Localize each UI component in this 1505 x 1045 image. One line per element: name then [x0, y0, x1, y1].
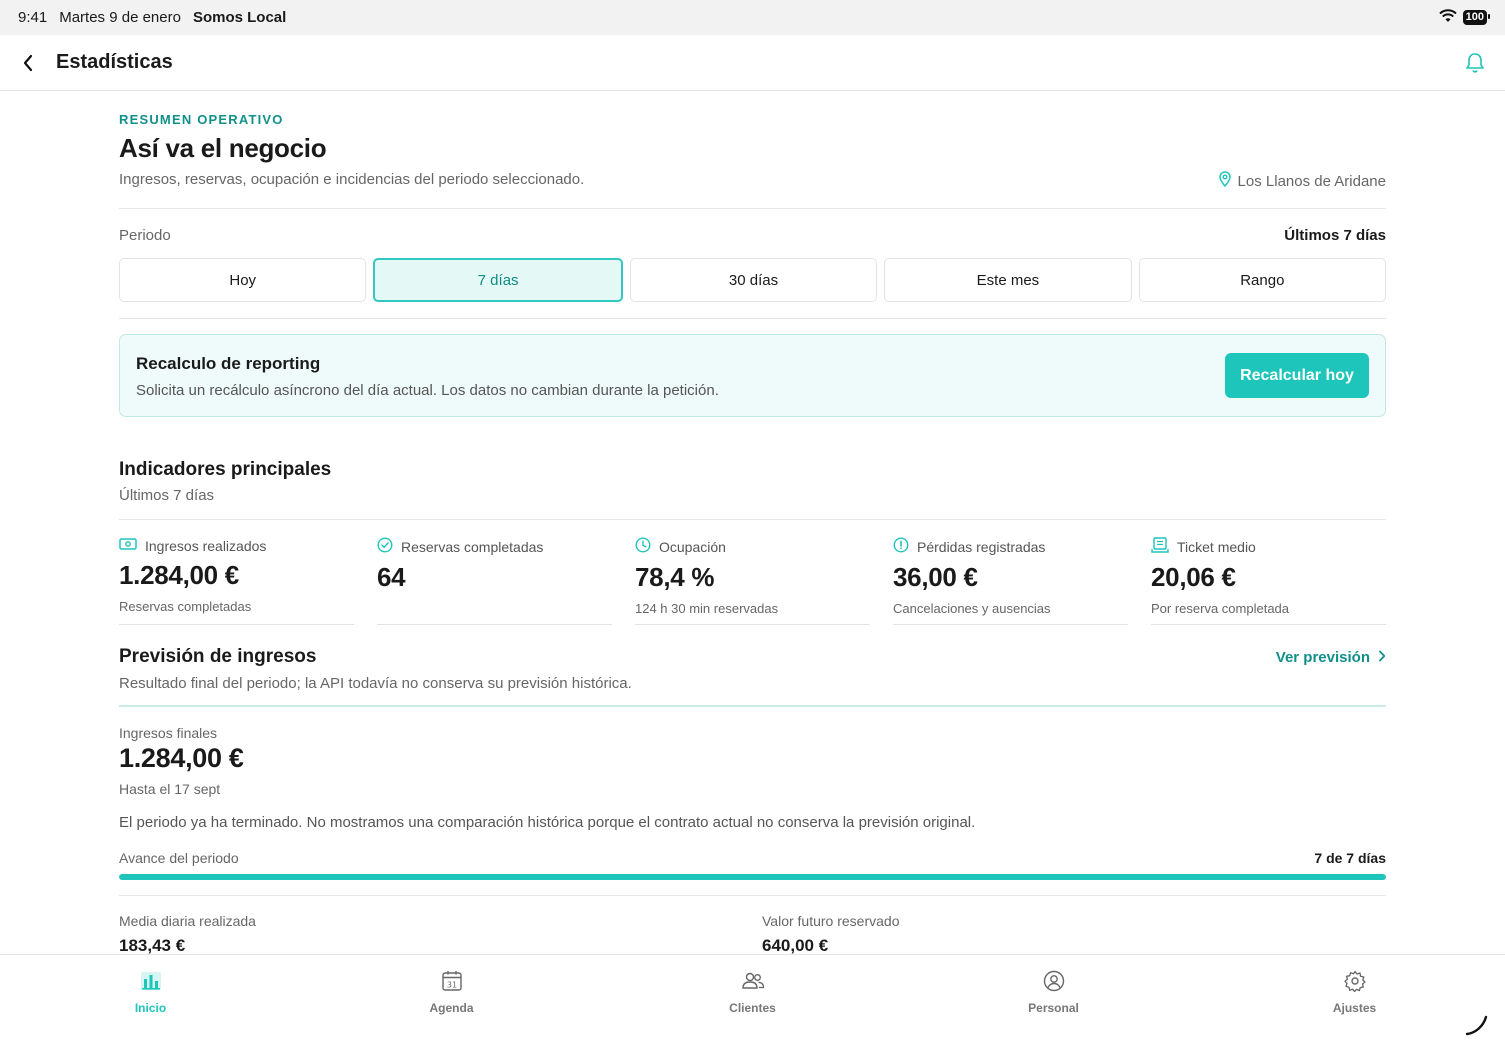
progress-count: 7 de 7 días: [1314, 850, 1386, 866]
divider: [119, 208, 1386, 209]
divider: [119, 318, 1386, 319]
kpi-note: Cancelaciones y ausencias: [893, 601, 1051, 616]
tab-bar: Inicio 31 Agenda Clientes Personal Ajust…: [0, 954, 1505, 1045]
tab-label: Inicio: [134, 1001, 167, 1015]
tab-agenda[interactable]: 31 Agenda: [301, 955, 602, 1045]
kpi-card: Reservas completadas 64: [377, 526, 612, 625]
clock-icon: [635, 537, 651, 556]
forecast-description: El periodo ya ha terminado. No mostramos…: [119, 814, 976, 831]
divider: [119, 519, 1386, 520]
kpi-value: 36,00 €: [893, 562, 978, 592]
nav-bar: Estadísticas: [0, 35, 1505, 91]
forecast-title: Previsión de ingresos: [119, 646, 317, 667]
page-title: Estadísticas: [56, 51, 173, 73]
kpi-label: Pérdidas registradas: [917, 538, 1046, 555]
final-income-value: 1.284,00 €: [119, 743, 244, 773]
tab-ajustes[interactable]: Ajustes: [1204, 955, 1505, 1045]
battery-icon: 100: [1462, 10, 1491, 25]
kpi-value: 1.284,00 €: [119, 560, 239, 590]
period-tab-este-mes[interactable]: Este mes: [884, 258, 1132, 302]
headline-subtitle: Ingresos, reservas, ocupación e incidenc…: [119, 171, 585, 188]
location-label: Los Llanos de Aridane: [1237, 172, 1386, 190]
tab-label: Agenda: [429, 1001, 474, 1015]
view-forecast-link[interactable]: Ver previsión: [1276, 649, 1386, 666]
kpi-note: Reservas completadas: [119, 599, 252, 614]
headline: Así va el negocio: [119, 133, 327, 163]
kpi-card: Ticket medio 20,06 € Por reserva complet…: [1151, 526, 1386, 625]
progress-label: Avance del periodo: [119, 850, 239, 866]
divider: [119, 705, 1386, 707]
period-tab-30-dias[interactable]: 30 días: [629, 258, 878, 302]
progress-bar: [119, 874, 1386, 880]
kpi-label: Reservas completadas: [401, 538, 544, 555]
pencil-indicator-icon: [1465, 1015, 1488, 1036]
tab-label: Clientes: [729, 1001, 776, 1015]
recalc-title: Recalculo de reporting: [136, 354, 321, 373]
section-eyebrow: RESUMEN OPERATIVO: [119, 112, 284, 127]
future-value-value: 640,00 €: [762, 936, 829, 955]
kpi-value: 20,06 €: [1151, 562, 1236, 592]
bell-icon[interactable]: [1463, 51, 1487, 75]
map-pin-icon: [1218, 171, 1232, 191]
money-icon: [119, 537, 137, 554]
kpi-section-title: Indicadores principales: [119, 459, 332, 480]
forecast-subtitle: Resultado final del periodo; la API toda…: [119, 675, 632, 692]
period-tab-hoy[interactable]: Hoy: [119, 258, 367, 302]
receipt-icon: [1151, 537, 1169, 556]
daily-average-label: Media diaria realizada: [119, 913, 256, 929]
check-circle-icon: [377, 537, 393, 556]
recalc-card: Recalculo de reporting Solicita un recál…: [119, 334, 1386, 417]
period-label: Periodo: [119, 227, 171, 244]
chevron-left-icon[interactable]: [18, 53, 38, 73]
tab-label: Personal: [1028, 1001, 1079, 1015]
svg-text:31: 31: [446, 981, 456, 990]
tab-inicio[interactable]: Inicio: [0, 955, 301, 1045]
period-tab-7-dias[interactable]: 7 días: [373, 258, 623, 302]
period-current: Últimos 7 días: [1284, 227, 1386, 244]
users-icon: [740, 970, 766, 997]
final-income-label: Ingresos finales: [119, 725, 218, 741]
status-bar: 9:41 Martes 9 de enero Somos Local 100: [0, 0, 1505, 35]
view-forecast-label: Ver previsión: [1275, 649, 1370, 666]
user-circle-icon: [1042, 970, 1066, 997]
divider: [119, 895, 1386, 896]
kpi-grid: Ingresos realizados 1.284,00 € Reservas …: [119, 526, 1386, 625]
chevron-right-icon: [1378, 649, 1386, 666]
gear-icon: [1343, 970, 1367, 997]
location: Los Llanos de Aridane: [1218, 171, 1386, 191]
kpi-card: Ocupación 78,4 % 124 h 30 min reservadas: [635, 526, 870, 625]
tab-personal[interactable]: Personal: [903, 955, 1204, 1045]
period-tab-rango[interactable]: Rango: [1138, 258, 1387, 302]
recalc-description: Solicita un recálculo asíncrono del día …: [136, 382, 719, 399]
alert-circle-icon: [893, 537, 909, 556]
kpi-label: Ocupación: [659, 538, 726, 555]
status-time: 9:41: [18, 9, 48, 26]
kpi-card: Ingresos realizados 1.284,00 € Reservas …: [119, 526, 354, 625]
final-income-note: Hasta el 17 sept: [119, 781, 221, 797]
kpi-note: 124 h 30 min reservadas: [635, 601, 779, 616]
bar-chart-icon: [139, 970, 163, 997]
future-value-label: Valor futuro reservado: [762, 913, 900, 929]
kpi-note: Por reserva completada: [1151, 601, 1290, 616]
calendar-icon: 31: [440, 970, 464, 997]
status-app-name: Somos Local: [192, 9, 287, 26]
kpi-card: Pérdidas registradas 36,00 € Cancelacion…: [893, 526, 1128, 625]
kpi-section-subtitle: Últimos 7 días: [119, 487, 215, 504]
kpi-value: 64: [377, 562, 406, 592]
progress-bar-fill: [119, 874, 1386, 880]
recalc-button[interactable]: Recalcular hoy: [1225, 353, 1369, 398]
period-selector: Hoy 7 días 30 días Este mes Rango: [119, 258, 1387, 302]
status-date: Martes 9 de enero: [59, 9, 181, 26]
tab-label: Ajustes: [1332, 1001, 1377, 1015]
kpi-label: Ticket medio: [1177, 538, 1256, 555]
daily-average-value: 183,43 €: [119, 936, 186, 955]
wifi-icon: [1438, 8, 1457, 27]
kpi-label: Ingresos realizados: [145, 537, 267, 554]
kpi-value: 78,4 %: [635, 562, 715, 592]
tab-clientes[interactable]: Clientes: [602, 955, 903, 1045]
